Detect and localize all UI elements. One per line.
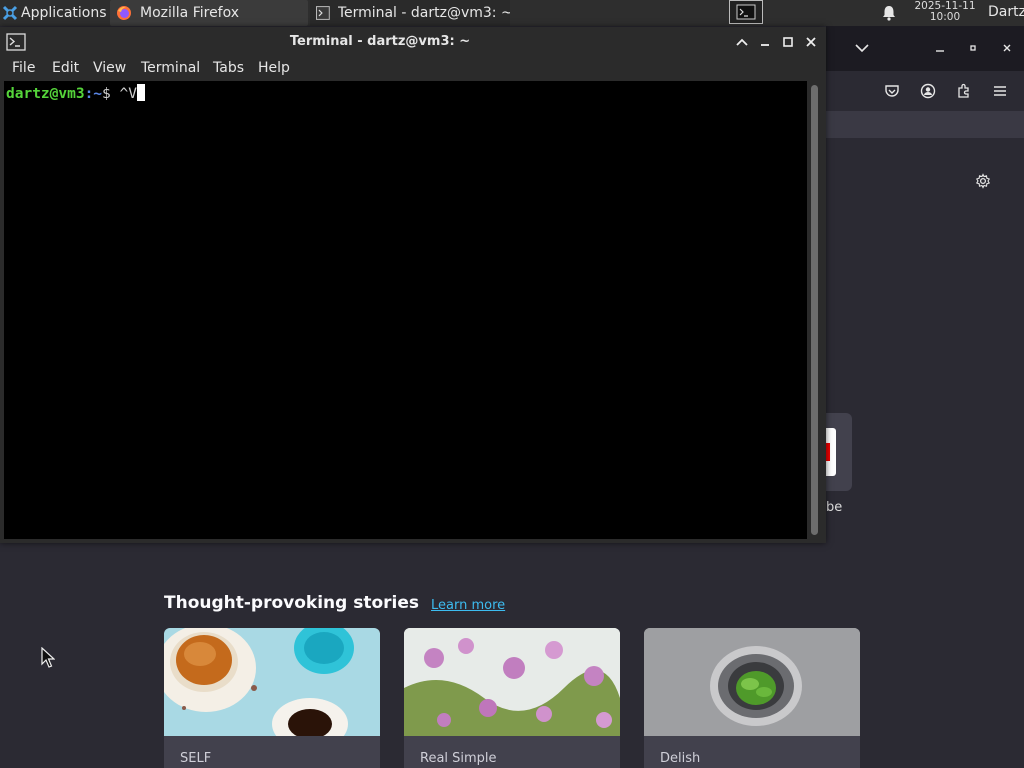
terminal-window-preview-icon bbox=[736, 4, 756, 20]
taskbar-firefox[interactable]: Mozilla Firefox bbox=[110, 0, 308, 26]
prompt-user: dartz@vm3 bbox=[6, 86, 85, 102]
story-image-flowers bbox=[404, 628, 620, 736]
close-button[interactable] bbox=[802, 33, 820, 51]
learn-more-link[interactable]: Learn more bbox=[431, 598, 505, 613]
taskbar-terminal[interactable]: Terminal - dartz@vm3: ~ bbox=[310, 0, 510, 26]
top-site-logo-mark bbox=[826, 443, 830, 461]
menu-terminal[interactable]: Terminal bbox=[141, 60, 200, 76]
clock-time: 10:00 bbox=[929, 11, 961, 23]
story-card[interactable]: SELF bbox=[164, 628, 380, 768]
account-icon bbox=[920, 83, 936, 99]
menu-edit[interactable]: Edit bbox=[52, 60, 79, 76]
user-menu[interactable]: Dartz bbox=[988, 4, 1024, 20]
minimize-icon bbox=[936, 50, 944, 52]
minimize-button[interactable] bbox=[756, 33, 774, 51]
firefox-toolbar bbox=[826, 71, 1024, 111]
maximize-icon bbox=[970, 45, 976, 51]
story-source: Delish bbox=[660, 751, 701, 766]
terminal-icon bbox=[316, 6, 330, 20]
workspace-switcher[interactable] bbox=[729, 0, 763, 24]
bell-icon[interactable] bbox=[880, 4, 898, 22]
prompt-path: :~ bbox=[84, 86, 103, 102]
firefox-minimize-button[interactable] bbox=[930, 38, 950, 58]
close-icon bbox=[806, 37, 816, 47]
mouse-pointer-icon bbox=[41, 647, 55, 668]
story-source: SELF bbox=[180, 751, 212, 766]
maximize-icon bbox=[783, 37, 793, 47]
pocket-button[interactable] bbox=[882, 81, 902, 101]
minimize-icon bbox=[761, 44, 769, 46]
story-image-tea bbox=[164, 628, 380, 736]
firefox-close-button[interactable] bbox=[997, 38, 1017, 58]
firefox-tab-bar bbox=[826, 26, 1024, 71]
top-panel: Applications Mozilla Firefox Terminal - … bbox=[0, 0, 1024, 26]
maximize-button[interactable] bbox=[779, 33, 797, 51]
hamburger-menu-icon bbox=[994, 86, 1006, 96]
story-card[interactable]: Delish bbox=[644, 628, 860, 768]
terminal-window: Terminal - dartz@vm3: ~ File Edit View T… bbox=[0, 27, 826, 543]
account-button[interactable] bbox=[918, 81, 938, 101]
taskbar-terminal-label: Terminal - dartz@vm3: ~ bbox=[337, 5, 510, 21]
list-all-tabs-button[interactable] bbox=[852, 38, 872, 58]
applications-menu-button[interactable]: Applications bbox=[0, 0, 108, 26]
terminal-output[interactable]: dartz@vm3:~$ ^V bbox=[4, 81, 807, 539]
close-icon bbox=[1003, 44, 1011, 52]
terminal-menubar: File Edit View Terminal Tabs Help bbox=[0, 57, 826, 81]
story-card[interactable]: Real Simple bbox=[404, 628, 620, 768]
firefox-maximize-button[interactable] bbox=[963, 38, 983, 58]
story-source: Real Simple bbox=[420, 751, 497, 766]
firefox-icon bbox=[117, 6, 131, 20]
terminal-scrollbar[interactable] bbox=[808, 81, 822, 539]
puzzle-icon bbox=[958, 83, 969, 98]
chevron-up-icon bbox=[736, 38, 748, 46]
menu-tabs[interactable]: Tabs bbox=[213, 60, 244, 76]
taskbar-firefox-label: Mozilla Firefox bbox=[140, 5, 240, 21]
applications-label: Applications bbox=[21, 5, 107, 21]
terminal-prompt-line: dartz@vm3:~$ ^V bbox=[6, 84, 145, 102]
xfce-logo-icon bbox=[2, 5, 18, 21]
extensions-button[interactable] bbox=[954, 81, 974, 101]
app-menu-button[interactable] bbox=[990, 81, 1010, 101]
story-image-sink bbox=[644, 628, 860, 736]
scrollbar-thumb[interactable] bbox=[811, 85, 818, 535]
menu-view[interactable]: View bbox=[93, 60, 126, 76]
stories-section-title: Thought-provoking stories bbox=[164, 593, 420, 613]
text-cursor bbox=[136, 84, 145, 101]
typed-text: ^V bbox=[119, 86, 137, 102]
top-site-label[interactable]: be bbox=[826, 500, 842, 515]
chevron-down-icon bbox=[855, 44, 869, 53]
menu-help[interactable]: Help bbox=[258, 60, 290, 76]
menu-file[interactable]: File bbox=[12, 60, 35, 76]
pocket-icon bbox=[885, 85, 899, 97]
gear-icon bbox=[975, 173, 991, 189]
clock[interactable]: 2025-11-11 10:00 bbox=[905, 1, 985, 23]
prompt-symbol: $ bbox=[102, 86, 111, 102]
terminal-title: Terminal - dartz@vm3: ~ bbox=[289, 34, 471, 49]
newtab-settings-button[interactable] bbox=[973, 171, 993, 191]
terminal-titlebar[interactable]: Terminal - dartz@vm3: ~ bbox=[0, 27, 826, 57]
shade-button[interactable] bbox=[733, 33, 751, 51]
firefox-toolbar-strip bbox=[826, 111, 1024, 138]
